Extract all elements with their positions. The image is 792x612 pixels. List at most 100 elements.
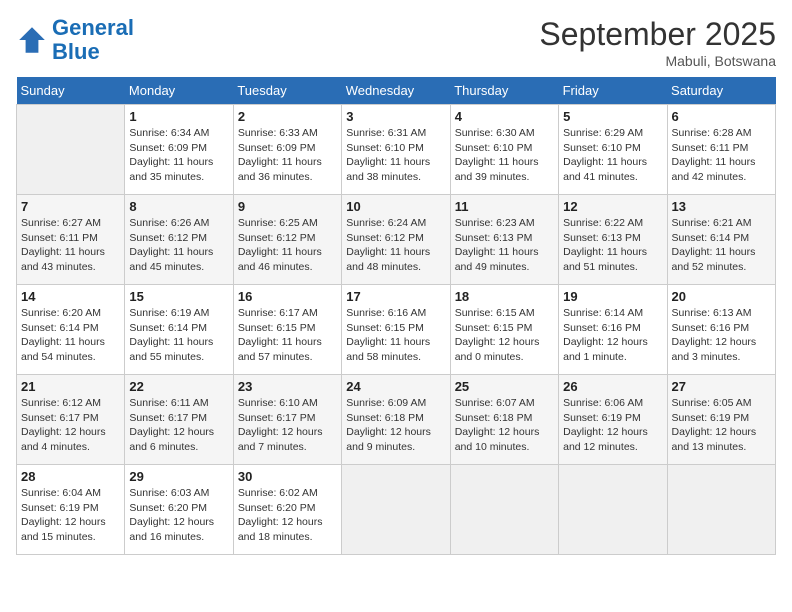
day-info: Sunrise: 6:21 AMSunset: 6:14 PMDaylight:… xyxy=(672,216,771,275)
day-number: 12 xyxy=(563,199,662,214)
header-day-thursday: Thursday xyxy=(450,77,558,105)
calendar-week-1: 1 Sunrise: 6:34 AMSunset: 6:09 PMDaylight… xyxy=(17,105,776,195)
calendar-cell: 18 Sunrise: 6:15 AMSunset: 6:15 PMDayligh… xyxy=(450,285,558,375)
page-header: General Blue September 2025 Mabuli, Bots… xyxy=(16,16,776,69)
calendar-cell: 4 Sunrise: 6:30 AMSunset: 6:10 PMDaylight… xyxy=(450,105,558,195)
day-info: Sunrise: 6:34 AMSunset: 6:09 PMDaylight:… xyxy=(129,126,228,185)
day-info: Sunrise: 6:26 AMSunset: 6:12 PMDaylight:… xyxy=(129,216,228,275)
calendar-cell: 10 Sunrise: 6:24 AMSunset: 6:12 PMDayligh… xyxy=(342,195,450,285)
calendar-cell: 12 Sunrise: 6:22 AMSunset: 6:13 PMDayligh… xyxy=(559,195,667,285)
calendar-cell: 25 Sunrise: 6:07 AMSunset: 6:18 PMDayligh… xyxy=(450,375,558,465)
day-number: 17 xyxy=(346,289,445,304)
header-day-tuesday: Tuesday xyxy=(233,77,341,105)
day-number: 27 xyxy=(672,379,771,394)
calendar-cell: 24Sunrise: 6:09 AMSunset: 6:18 PMDayligh… xyxy=(342,375,450,465)
day-info: Sunrise: 6:27 AMSunset: 6:11 PMDaylight:… xyxy=(21,216,120,275)
calendar-cell: 1 Sunrise: 6:34 AMSunset: 6:09 PMDaylight… xyxy=(125,105,233,195)
day-number: 7 xyxy=(21,199,120,214)
header-day-friday: Friday xyxy=(559,77,667,105)
logo: General Blue xyxy=(16,16,134,64)
day-info: Sunrise: 6:14 AMSunset: 6:16 PMDaylight:… xyxy=(563,306,662,365)
calendar-cell: 30 Sunrise: 6:02 AMSunset: 6:20 PMDayligh… xyxy=(233,465,341,555)
day-info: Sunrise: 6:31 AMSunset: 6:10 PMDaylight:… xyxy=(346,126,445,185)
day-info: Sunrise: 6:16 AMSunset: 6:15 PMDaylight:… xyxy=(346,306,445,365)
day-info: Sunrise: 6:05 AMSunset: 6:19 PMDaylight:… xyxy=(672,396,771,455)
day-number: 16 xyxy=(238,289,337,304)
calendar-cell: 28 Sunrise: 6:04 AMSunset: 6:19 PMDayligh… xyxy=(17,465,125,555)
calendar-cell: 29Sunrise: 6:03 AMSunset: 6:20 PMDayligh… xyxy=(125,465,233,555)
day-number: 11 xyxy=(455,199,554,214)
day-info: Sunrise: 6:13 AMSunset: 6:16 PMDaylight:… xyxy=(672,306,771,365)
day-info: Sunrise: 6:04 AMSunset: 6:19 PMDaylight:… xyxy=(21,486,120,545)
day-info: Sunrise: 6:25 AMSunset: 6:12 PMDaylight:… xyxy=(238,216,337,275)
calendar-week-5: 28 Sunrise: 6:04 AMSunset: 6:19 PMDayligh… xyxy=(17,465,776,555)
day-number: 2 xyxy=(238,109,337,124)
day-info: Sunrise: 6:33 AMSunset: 6:09 PMDaylight:… xyxy=(238,126,337,185)
day-info: Sunrise: 6:24 AMSunset: 6:12 PMDaylight:… xyxy=(346,216,445,275)
calendar-cell: 6 Sunrise: 6:28 AMSunset: 6:11 PMDaylight… xyxy=(667,105,775,195)
calendar-cell: 22 Sunrise: 6:11 AMSunset: 6:17 PMDayligh… xyxy=(125,375,233,465)
day-number: 24 xyxy=(346,379,445,394)
day-number: 6 xyxy=(672,109,771,124)
calendar-cell: 7 Sunrise: 6:27 AMSunset: 6:11 PMDaylight… xyxy=(17,195,125,285)
calendar-cell: 26Sunrise: 6:06 AMSunset: 6:19 PMDayligh… xyxy=(559,375,667,465)
day-number: 26 xyxy=(563,379,662,394)
day-number: 23 xyxy=(238,379,337,394)
calendar-week-4: 21 Sunrise: 6:12 AMSunset: 6:17 PMDayligh… xyxy=(17,375,776,465)
day-info: Sunrise: 6:30 AMSunset: 6:10 PMDaylight:… xyxy=(455,126,554,185)
calendar-cell: 16 Sunrise: 6:17 AMSunset: 6:15 PMDayligh… xyxy=(233,285,341,375)
day-number: 19 xyxy=(563,289,662,304)
calendar-cell: 23 Sunrise: 6:10 AMSunset: 6:17 PMDayligh… xyxy=(233,375,341,465)
calendar-cell: 15Sunrise: 6:19 AMSunset: 6:14 PMDayligh… xyxy=(125,285,233,375)
header-day-sunday: Sunday xyxy=(17,77,125,105)
title-block: September 2025 Mabuli, Botswana xyxy=(539,16,776,69)
calendar-week-2: 7 Sunrise: 6:27 AMSunset: 6:11 PMDaylight… xyxy=(17,195,776,285)
calendar-cell xyxy=(17,105,125,195)
calendar-cell: 17 Sunrise: 6:16 AMSunset: 6:15 PMDayligh… xyxy=(342,285,450,375)
header-day-saturday: Saturday xyxy=(667,77,775,105)
day-number: 18 xyxy=(455,289,554,304)
day-info: Sunrise: 6:28 AMSunset: 6:11 PMDaylight:… xyxy=(672,126,771,185)
header-row: SundayMondayTuesdayWednesdayThursdayFrid… xyxy=(17,77,776,105)
calendar-cell xyxy=(342,465,450,555)
day-number: 21 xyxy=(21,379,120,394)
calendar-cell: 8 Sunrise: 6:26 AMSunset: 6:12 PMDaylight… xyxy=(125,195,233,285)
calendar-cell: 13 Sunrise: 6:21 AMSunset: 6:14 PMDayligh… xyxy=(667,195,775,285)
calendar-cell: 19 Sunrise: 6:14 AMSunset: 6:16 PMDayligh… xyxy=(559,285,667,375)
day-info: Sunrise: 6:20 AMSunset: 6:14 PMDaylight:… xyxy=(21,306,120,365)
day-info: Sunrise: 6:17 AMSunset: 6:15 PMDaylight:… xyxy=(238,306,337,365)
calendar-cell: 27 Sunrise: 6:05 AMSunset: 6:19 PMDayligh… xyxy=(667,375,775,465)
day-info: Sunrise: 6:10 AMSunset: 6:17 PMDaylight:… xyxy=(238,396,337,455)
day-number: 10 xyxy=(346,199,445,214)
day-info: Sunrise: 6:22 AMSunset: 6:13 PMDaylight:… xyxy=(563,216,662,275)
logo-text: General Blue xyxy=(52,16,134,64)
day-info: Sunrise: 6:29 AMSunset: 6:10 PMDaylight:… xyxy=(563,126,662,185)
day-info: Sunrise: 6:11 AMSunset: 6:17 PMDaylight:… xyxy=(129,396,228,455)
day-info: Sunrise: 6:07 AMSunset: 6:18 PMDaylight:… xyxy=(455,396,554,455)
calendar-cell xyxy=(450,465,558,555)
day-info: Sunrise: 6:19 AMSunset: 6:14 PMDaylight:… xyxy=(129,306,228,365)
day-number: 22 xyxy=(129,379,228,394)
day-number: 8 xyxy=(129,199,228,214)
calendar-cell: 3 Sunrise: 6:31 AMSunset: 6:10 PMDaylight… xyxy=(342,105,450,195)
calendar-cell: 5 Sunrise: 6:29 AMSunset: 6:10 PMDaylight… xyxy=(559,105,667,195)
day-info: Sunrise: 6:12 AMSunset: 6:17 PMDaylight:… xyxy=(21,396,120,455)
location: Mabuli, Botswana xyxy=(539,53,776,69)
calendar-week-3: 14 Sunrise: 6:20 AMSunset: 6:14 PMDayligh… xyxy=(17,285,776,375)
header-day-wednesday: Wednesday xyxy=(342,77,450,105)
day-number: 3 xyxy=(346,109,445,124)
day-info: Sunrise: 6:15 AMSunset: 6:15 PMDaylight:… xyxy=(455,306,554,365)
day-number: 28 xyxy=(21,469,120,484)
day-number: 4 xyxy=(455,109,554,124)
day-number: 13 xyxy=(672,199,771,214)
day-number: 14 xyxy=(21,289,120,304)
day-number: 25 xyxy=(455,379,554,394)
day-number: 9 xyxy=(238,199,337,214)
logo-icon xyxy=(16,24,48,56)
day-number: 5 xyxy=(563,109,662,124)
day-info: Sunrise: 6:02 AMSunset: 6:20 PMDaylight:… xyxy=(238,486,337,545)
calendar-cell: 20Sunrise: 6:13 AMSunset: 6:16 PMDayligh… xyxy=(667,285,775,375)
day-number: 30 xyxy=(238,469,337,484)
day-number: 1 xyxy=(129,109,228,124)
calendar-cell xyxy=(667,465,775,555)
